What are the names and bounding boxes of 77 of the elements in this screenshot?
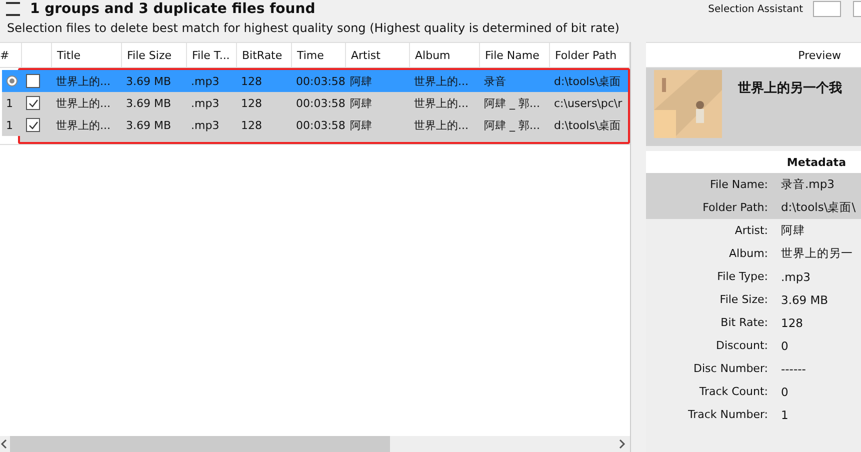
scroll-right-icon[interactable]	[618, 439, 626, 449]
table-cell: 阿肆 _ 郭...	[484, 96, 540, 110]
row-index: 1	[6, 118, 13, 132]
column-header[interactable]: #	[0, 48, 10, 62]
scroll-left-icon[interactable]	[0, 439, 8, 449]
row-index: 1	[6, 96, 13, 110]
page-title: 1 groups and 3 duplicate files found	[30, 0, 316, 18]
field-label: Discount:	[715, 339, 768, 352]
list-icon	[6, 2, 20, 16]
field-value: 0	[781, 338, 788, 352]
table-cell: d:\tools\桌面	[554, 118, 621, 132]
table-row[interactable]: 世界上的... 3.69 MB .mp3 128 00:03:58 阿肆 世界上的... 录音 d:\tools\桌面	[2, 70, 628, 92]
column-header[interactable]: Title	[57, 48, 81, 62]
row-checkbox[interactable]	[26, 118, 40, 132]
column-header[interactable]: Album	[415, 48, 450, 62]
column-header[interactable]: Folder Path	[555, 48, 617, 62]
field-label: Folder Path:	[702, 201, 768, 214]
table-cell: 世界上的...	[414, 96, 468, 110]
field-label: Album:	[728, 247, 768, 260]
field-value: 0	[781, 384, 788, 398]
table-cell: .mp3	[191, 74, 220, 88]
field-value: 录音.mp3	[781, 177, 834, 192]
table-cell: .mp3	[191, 96, 220, 110]
table-cell: 00:03:58	[296, 74, 346, 88]
table-cell: 录音	[484, 74, 506, 88]
table-cell: c:\users\pc\r	[554, 96, 622, 110]
album-art-drawing	[654, 70, 722, 138]
column-header[interactable]: File Name	[485, 48, 540, 62]
field-value: 世界上的另一	[781, 246, 853, 261]
field-label: File Size:	[718, 293, 768, 306]
field-value: d:\tools\桌面\	[781, 200, 856, 215]
table-cell: 阿肆 _ 郭...	[484, 118, 540, 132]
column-header[interactable]: Artist	[351, 48, 380, 62]
column-header[interactable]: File T...	[192, 48, 230, 62]
table-cell: 阿肆	[350, 118, 372, 132]
table-cell: 00:03:58	[296, 118, 346, 132]
table-cell: 3.69 MB	[126, 118, 172, 132]
column-header[interactable]: File Size	[127, 48, 172, 62]
table-cell: 阿肆	[350, 74, 372, 88]
table-cell: 世界上的...	[414, 74, 468, 88]
table-cell: 3.69 MB	[126, 96, 172, 110]
table-cell: 世界上的...	[56, 118, 110, 132]
field-label: Track Number:	[687, 408, 768, 421]
column-header[interactable]: BitRate	[242, 48, 282, 62]
field-label: Artist:	[734, 224, 768, 237]
table-cell: 阿肆	[350, 96, 372, 110]
table-cell: 世界上的...	[56, 74, 110, 88]
field-value: 3.69 MB	[781, 292, 828, 306]
field-label: Bit Rate:	[720, 316, 768, 329]
table-cell: d:\tools\桌面	[554, 74, 621, 88]
row-checkbox[interactable]	[26, 74, 40, 88]
row-checkbox[interactable]	[26, 96, 40, 110]
song-title: 世界上的另一个我	[738, 80, 842, 97]
field-label: File Name:	[708, 178, 768, 191]
metadata-heading: Metadata	[786, 156, 846, 168]
scrollbar-thumb[interactable]	[10, 436, 390, 452]
field-value: 阿肆	[781, 223, 805, 238]
field-label: Track Count:	[698, 385, 768, 398]
column-header[interactable]: Time	[297, 48, 324, 62]
table-cell: 128	[241, 96, 262, 110]
radio-icon	[6, 75, 18, 87]
table-cell: 00:03:58	[296, 96, 346, 110]
table-cell: .mp3	[191, 118, 220, 132]
subtitle: Selection files to delete best match for highest quality song (Highest quality is determined of bit rate)	[6, 20, 620, 35]
field-label: Disc Number:	[692, 362, 768, 375]
field-value: 128	[781, 316, 803, 330]
preview-heading: Preview	[798, 48, 841, 62]
table-cell: 128	[241, 74, 262, 88]
field-value: .mp3	[781, 270, 810, 284]
field-value: ------	[781, 362, 806, 376]
table-cell: 世界上的...	[56, 96, 110, 110]
field-value: 1	[781, 408, 788, 422]
table-cell: 128	[241, 118, 262, 132]
table-cell: 世界上的...	[414, 118, 468, 132]
assistant-label: Selection Assistant	[708, 4, 803, 14]
field-label: File Type:	[716, 270, 768, 283]
table-cell: 3.69 MB	[126, 74, 172, 88]
